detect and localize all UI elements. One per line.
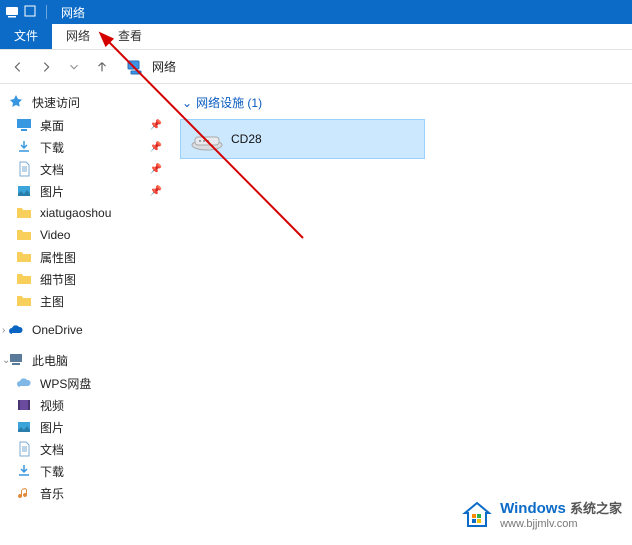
network-device[interactable]: CD28 <box>180 119 425 159</box>
router-icon <box>189 127 225 151</box>
pin-icon: 📌 <box>150 142 162 153</box>
breadcrumb: 网络 <box>152 58 176 75</box>
sidebar-item-documents[interactable]: 文档 <box>2 438 168 460</box>
onedrive-label: OneDrive <box>32 323 83 337</box>
pictures-icon <box>16 183 32 199</box>
content-area: ⌄ 网络设施 (1) CD28 <box>170 84 632 545</box>
quick-access-label: 快速访问 <box>32 94 80 111</box>
watermark: Windows 系统之家 www.bjjmlv.com <box>462 500 622 531</box>
download-icon <box>16 463 32 479</box>
this-pc-label: 此电脑 <box>32 352 68 369</box>
sidebar-item-folder[interactable]: Video <box>2 224 168 246</box>
sidebar-item-music[interactable]: 音乐 <box>2 482 168 504</box>
videos-icon <box>16 397 32 413</box>
quick-access-header[interactable]: 快速访问 <box>2 90 168 114</box>
up-button[interactable] <box>90 55 114 79</box>
sidebar-item-pictures[interactable]: 图片 <box>2 416 168 438</box>
file-tab[interactable]: 文件 <box>0 23 52 49</box>
tab-view[interactable]: 查看 <box>104 23 156 49</box>
body: 快速访问 桌面 📌 下载 📌 文档 📌 图片 📌 <box>0 84 632 545</box>
sidebar: 快速访问 桌面 📌 下载 📌 文档 📌 图片 📌 <box>0 84 170 545</box>
chevron-down-icon: ⌄ <box>182 96 192 110</box>
sidebar-item-label: WPS网盘 <box>40 375 91 392</box>
navigation-bar: 网络 <box>0 50 632 84</box>
ribbon-tabs: 文件 网络 查看 <box>0 24 632 50</box>
network-icon <box>126 58 144 76</box>
folder-icon <box>16 205 32 221</box>
section-title: 网络设施 (1) <box>196 94 262 111</box>
cloud-icon <box>16 375 32 391</box>
pin-icon: 📌 <box>150 186 162 197</box>
dropdown-icon[interactable] <box>22 4 38 20</box>
sidebar-item-downloads[interactable]: 下载 <box>2 460 168 482</box>
music-icon <box>16 485 32 501</box>
onedrive-header[interactable]: › OneDrive <box>2 318 168 342</box>
title-bar: 网络 <box>0 0 632 24</box>
sidebar-item-label: 桌面 <box>40 117 64 134</box>
desktop-icon <box>16 117 32 133</box>
sidebar-item-folder[interactable]: xiatugaoshou <box>2 202 168 224</box>
sidebar-item-downloads[interactable]: 下载 📌 <box>2 136 168 158</box>
watermark-url: www.bjjmlv.com <box>500 518 622 531</box>
document-icon <box>16 161 32 177</box>
watermark-logo-icon <box>462 500 492 530</box>
folder-icon <box>16 227 32 243</box>
chevron-down-icon: ⌄ <box>2 355 12 366</box>
sidebar-item-documents[interactable]: 文档 📌 <box>2 158 168 180</box>
sidebar-item-folder[interactable]: 细节图 <box>2 268 168 290</box>
sidebar-item-label: 音乐 <box>40 485 64 502</box>
this-pc-header[interactable]: ⌄ 此电脑 <box>2 348 168 372</box>
pin-icon: 📌 <box>150 120 162 131</box>
sidebar-item-label: 图片 <box>40 183 64 200</box>
sidebar-item-label: 下载 <box>40 139 64 156</box>
chevron-right-icon: › <box>2 325 12 336</box>
sidebar-item-label: 下载 <box>40 463 64 480</box>
folder-icon <box>16 249 32 265</box>
sidebar-item-wps[interactable]: WPS网盘 <box>2 372 168 394</box>
sidebar-item-folder[interactable]: 属性图 <box>2 246 168 268</box>
folder-icon <box>16 293 32 309</box>
address-bar[interactable]: 网络 <box>126 58 176 76</box>
folder-icon <box>16 271 32 287</box>
sidebar-item-label: 细节图 <box>40 271 76 288</box>
sidebar-item-label: Video <box>40 228 70 242</box>
sidebar-item-label: 属性图 <box>40 249 76 266</box>
app-icon <box>4 4 20 20</box>
document-icon <box>16 441 32 457</box>
back-button[interactable] <box>6 55 30 79</box>
sidebar-item-label: 主图 <box>40 293 64 310</box>
separator <box>46 5 47 19</box>
sidebar-item-label: xiatugaoshou <box>40 206 111 220</box>
download-icon <box>16 139 32 155</box>
sidebar-item-pictures[interactable]: 图片 📌 <box>2 180 168 202</box>
sidebar-item-label: 图片 <box>40 419 64 436</box>
sidebar-item-videos[interactable]: 视频 <box>2 394 168 416</box>
window-title: 网络 <box>61 4 85 21</box>
watermark-sub: 系统之家 <box>570 501 622 516</box>
section-header[interactable]: ⌄ 网络设施 (1) <box>176 90 626 115</box>
watermark-brand: Windows <box>500 500 566 517</box>
forward-button[interactable] <box>34 55 58 79</box>
sidebar-item-label: 文档 <box>40 441 64 458</box>
pictures-icon <box>16 419 32 435</box>
sidebar-item-label: 文档 <box>40 161 64 178</box>
tab-network[interactable]: 网络 <box>52 23 104 49</box>
star-icon <box>8 94 24 110</box>
pin-icon: 📌 <box>150 164 162 175</box>
sidebar-item-label: 视频 <box>40 397 64 414</box>
device-name: CD28 <box>231 132 262 146</box>
sidebar-item-desktop[interactable]: 桌面 📌 <box>2 114 168 136</box>
sidebar-item-folder[interactable]: 主图 <box>2 290 168 312</box>
recent-dropdown[interactable] <box>62 55 86 79</box>
